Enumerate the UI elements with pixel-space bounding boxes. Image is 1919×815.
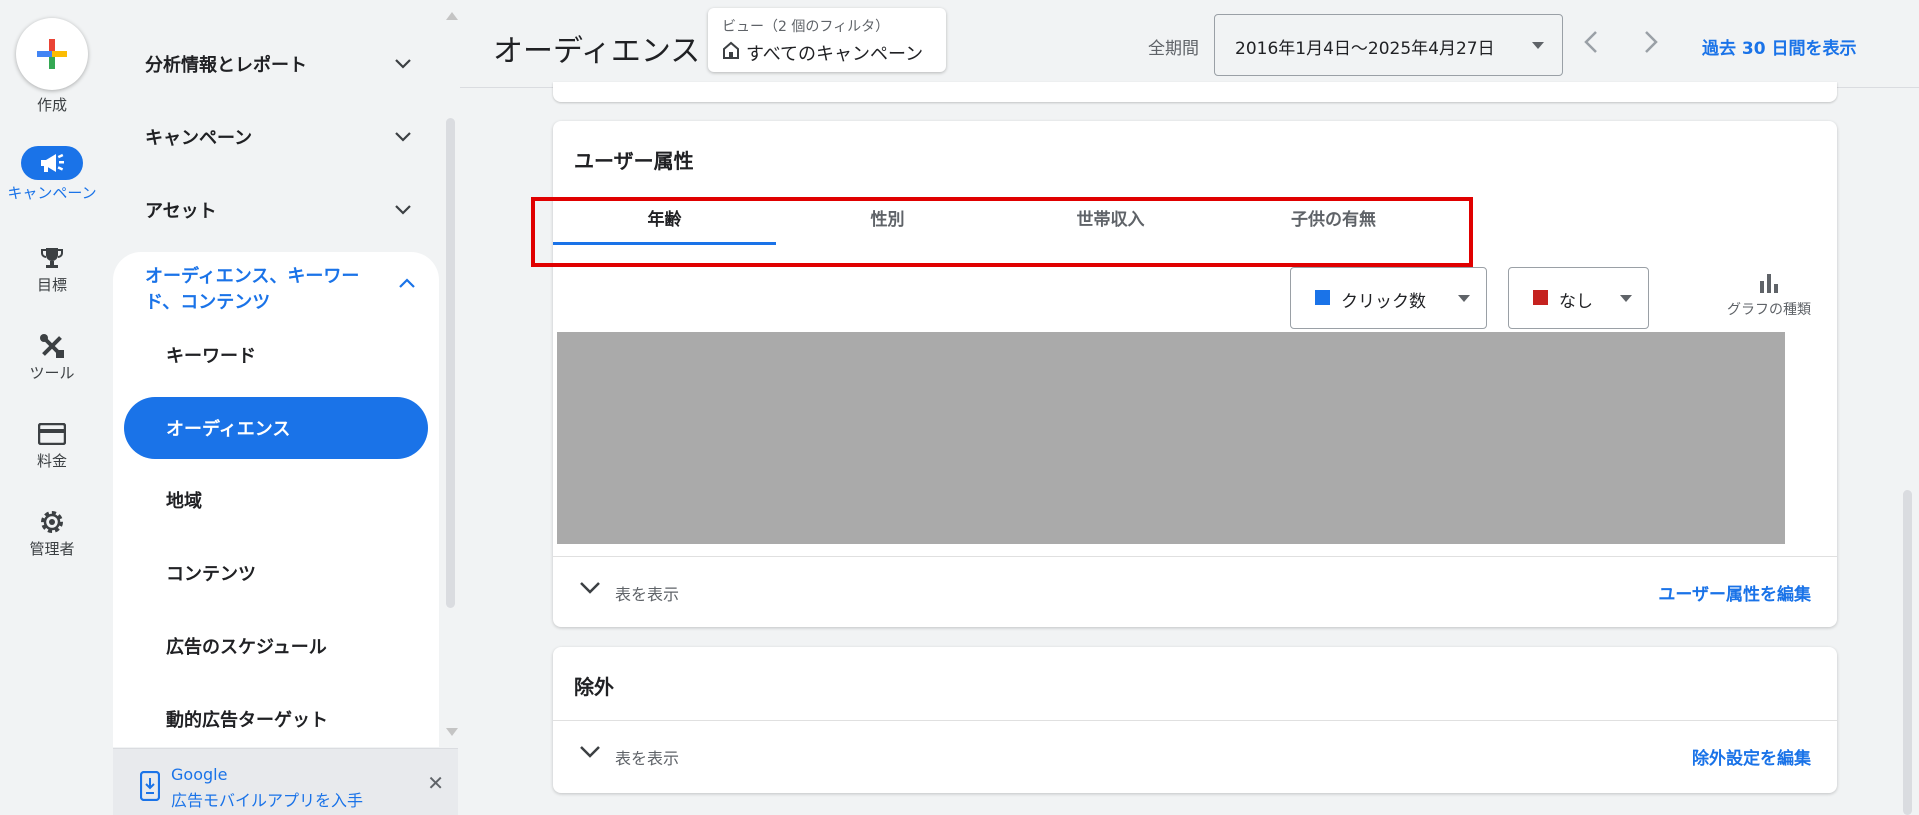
nav-section-label: アセット bbox=[145, 201, 217, 222]
date-range-value: 2016年1月4日～2025年4月27日 bbox=[1235, 39, 1495, 59]
nav-section-assets[interactable]: アセット bbox=[145, 190, 415, 230]
exclusions-card: 除外 表を表示 除外設定を編集 bbox=[553, 647, 1837, 793]
nav-section-label: キャンペーン bbox=[145, 128, 253, 149]
view-filter-button[interactable]: ビュー（2 個のフィルタ） すべてのキャンペーン bbox=[708, 8, 946, 72]
nav-item-content[interactable]: コンテンツ bbox=[166, 553, 256, 593]
chevron-down-icon[interactable] bbox=[579, 745, 601, 759]
rail-item-tools[interactable]: ツール bbox=[0, 332, 104, 382]
demographics-tabs: 年齢 性別 世帯収入 子供の有無 bbox=[553, 189, 1445, 245]
rail-item-billing[interactable]: 料金 bbox=[0, 420, 104, 470]
app-banner: Google 広告モバイルアプリを入手 ✕ bbox=[113, 748, 458, 815]
chevron-down-icon bbox=[395, 205, 411, 215]
app-banner-line2[interactable]: 広告モバイルアプリを入手 bbox=[171, 787, 363, 811]
nav-open-section: オーディエンス、キーワード、コンテンツ キーワード オーディエンス 地域 コンテ… bbox=[113, 252, 439, 747]
gear-icon bbox=[41, 511, 63, 533]
rail-item-goals[interactable]: 目標 bbox=[0, 244, 104, 294]
view-filter-label: ビュー（2 個のフィルタ） bbox=[722, 19, 890, 35]
page-title: オーディエンス bbox=[493, 34, 701, 69]
demographics-card: ユーザー属性 年齢 性別 世帯収入 子供の有無 クリック数 なし グラフの種類 bbox=[531, 121, 1837, 627]
rail-item-admin[interactable]: 管理者 bbox=[0, 508, 104, 558]
nav-section-campaigns[interactable]: キャンペーン bbox=[145, 117, 415, 157]
trophy-icon bbox=[41, 248, 63, 268]
exclusions-title: 除外 bbox=[574, 675, 614, 699]
caret-down-icon bbox=[1458, 295, 1470, 302]
show-table-button[interactable]: 表を表示 bbox=[615, 745, 679, 769]
plus-icon bbox=[37, 39, 67, 69]
rail-item-label: 管理者 bbox=[29, 540, 75, 558]
metric2-color-swatch bbox=[1533, 290, 1548, 305]
create-label: 作成 bbox=[36, 96, 67, 114]
nav-scrollbar[interactable] bbox=[446, 118, 455, 608]
metric1-color-swatch bbox=[1315, 290, 1330, 305]
metric1-label: クリック数 bbox=[1341, 292, 1426, 312]
rail-item-label: キャンペーン bbox=[7, 184, 97, 202]
close-icon[interactable]: ✕ bbox=[427, 771, 444, 795]
chart-type-button[interactable]: グラフの種類 bbox=[1709, 273, 1829, 319]
rail-active-pill bbox=[21, 146, 83, 180]
nav-scroll-down-arrow[interactable] bbox=[446, 728, 458, 736]
edit-demographics-link[interactable]: ユーザー属性を編集 bbox=[1658, 580, 1811, 605]
chart-type-label: グラフの種類 bbox=[1727, 302, 1811, 318]
show-table-button[interactable]: 表を表示 bbox=[615, 581, 679, 605]
left-rail: 作成 キャンペーン 目標 ツール 料金 管理者 bbox=[0, 0, 104, 815]
caret-down-icon bbox=[1620, 295, 1632, 302]
period-label: 全期間 bbox=[1148, 39, 1199, 59]
home-icon bbox=[723, 41, 739, 59]
nav-section-label: オーディエンス、キーワード、コンテンツ bbox=[145, 266, 360, 313]
demographics-title: ユーザー属性 bbox=[574, 149, 694, 173]
nav-scroll-up-arrow[interactable] bbox=[446, 12, 458, 20]
nav-item-dynamic-ad-targets[interactable]: 動的広告ターゲット bbox=[166, 699, 328, 739]
chevron-down-icon bbox=[395, 59, 411, 69]
rail-item-label: ツール bbox=[29, 364, 75, 382]
chevron-up-icon bbox=[399, 278, 415, 288]
nav-item-ad-schedule[interactable]: 広告のスケジュール bbox=[166, 626, 327, 666]
phone-download-icon bbox=[140, 771, 160, 801]
tools-icon bbox=[40, 334, 64, 358]
tab-age[interactable]: 年齢 bbox=[553, 189, 776, 245]
metric2-label: なし bbox=[1559, 292, 1593, 312]
credit-card-icon bbox=[38, 423, 66, 445]
nav-item-audiences[interactable]: オーディエンス bbox=[124, 397, 428, 459]
tab-household-income[interactable]: 世帯収入 bbox=[999, 189, 1222, 245]
nav-section-audiences-keywords-content[interactable]: オーディエンス、キーワード、コンテンツ bbox=[145, 256, 415, 316]
main-content: オーディエンス ビュー（2 個のフィルタ） すべてのキャンペーン 全期間 201… bbox=[460, 0, 1919, 815]
chevron-right-icon[interactable] bbox=[1644, 30, 1658, 54]
demographics-table-toggle: 表を表示 ユーザー属性を編集 bbox=[553, 556, 1837, 626]
view-filter-value: すべてのキャンペーン bbox=[746, 44, 924, 65]
date-range-select[interactable]: 2016年1月4日～2025年4月27日 bbox=[1214, 14, 1563, 76]
chart-placeholder bbox=[557, 332, 1785, 544]
nav-item-locations[interactable]: 地域 bbox=[166, 480, 202, 520]
last-30-days-link[interactable]: 過去 30 日間を表示 bbox=[1702, 34, 1857, 59]
exclusions-table-toggle: 表を表示 除外設定を編集 bbox=[553, 720, 1837, 790]
chevron-down-icon bbox=[395, 132, 411, 142]
previous-card-edge bbox=[553, 82, 1837, 102]
chevron-down-icon[interactable] bbox=[579, 581, 601, 595]
rail-item-label: 目標 bbox=[36, 276, 67, 294]
app-banner-line1[interactable]: Google bbox=[171, 765, 227, 784]
top-bar: オーディエンス ビュー（2 個のフィルタ） すべてのキャンペーン 全期間 201… bbox=[460, 0, 1919, 88]
nav-section-label: 分析情報とレポート bbox=[145, 55, 307, 76]
rail-item-label: 料金 bbox=[36, 452, 67, 470]
create-button[interactable] bbox=[16, 18, 88, 90]
rail-item-campaigns[interactable]: キャンペーン bbox=[0, 146, 104, 202]
tab-parental-status[interactable]: 子供の有無 bbox=[1222, 189, 1445, 245]
metric2-select[interactable]: なし bbox=[1508, 267, 1649, 329]
bar-chart-icon bbox=[1760, 274, 1778, 293]
tab-gender[interactable]: 性別 bbox=[776, 189, 999, 245]
main-scrollbar[interactable] bbox=[1903, 490, 1912, 815]
chevron-left-icon[interactable] bbox=[1584, 30, 1598, 54]
nav-section-insights[interactable]: 分析情報とレポート bbox=[145, 44, 415, 84]
caret-down-icon bbox=[1532, 42, 1544, 49]
megaphone-icon bbox=[41, 153, 64, 172]
nav-panel: 分析情報とレポート キャンペーン アセット オーディエンス、キーワード、コンテン… bbox=[113, 0, 458, 815]
nav-item-keywords[interactable]: キーワード bbox=[166, 335, 256, 375]
edit-exclusions-link[interactable]: 除外設定を編集 bbox=[1692, 744, 1811, 769]
metric1-select[interactable]: クリック数 bbox=[1290, 267, 1487, 329]
